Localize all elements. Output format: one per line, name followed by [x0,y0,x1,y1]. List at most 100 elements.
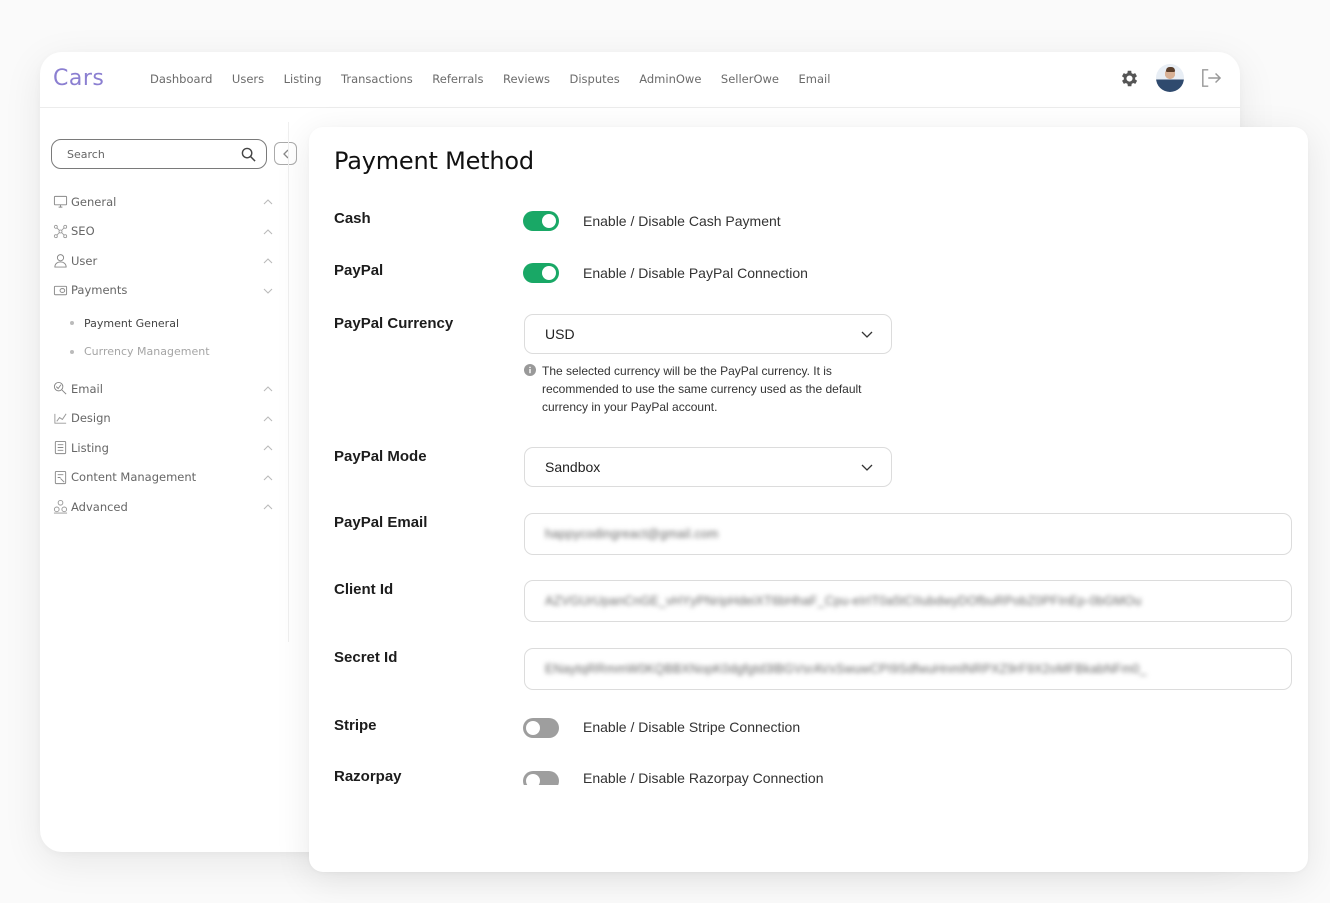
sidebar-search [51,139,267,169]
bullet-icon [70,321,74,326]
content-icon [53,470,68,485]
sidebar-item-seo[interactable]: SEO [53,217,273,247]
secret-id-value: ENaytqRRmmW0KQBBXNopK0dgfgtd3lBGVsrAVxSw… [545,662,1147,676]
page-title: Payment Method [334,147,534,175]
currency-help: The selected currency will be the PayPal… [524,362,899,416]
selected-mode: Sandbox [545,459,601,475]
chevron-down-icon[interactable] [263,288,273,294]
chevron-up-icon[interactable] [263,386,273,392]
paypal-mode-select[interactable]: Sandbox [524,447,892,487]
settings-button[interactable] [1119,68,1140,89]
info-icon [524,364,536,376]
collapse-sidebar-button[interactable] [274,142,297,165]
user-icon [53,253,68,268]
chevron-down-icon [861,331,873,338]
client-id-label: Client Id [334,581,394,598]
chevron-up-icon[interactable] [263,415,273,422]
sidebar-item-listing[interactable]: Listing [53,433,273,463]
nav-adminowe[interactable]: AdminOwe [639,72,701,86]
network-icon [53,224,68,239]
sidebar-item-label: Listing [71,440,109,455]
paypal-toggle[interactable] [523,263,559,283]
settings-sidebar: General SEO User Pay [40,109,297,852]
subitem-label: Currency Management [84,345,210,359]
sidebar-item-user[interactable]: User [53,246,273,276]
logout-icon [1202,69,1222,87]
sidebar-item-label: Advanced [71,499,128,514]
paypal-mode-label: PayPal Mode [334,448,427,465]
nav-referrals[interactable]: Referrals [432,72,483,86]
sidebar-subitem-currency-management[interactable]: Currency Management [70,338,273,367]
selected-currency: USD [545,326,575,342]
sidebar-item-advanced[interactable]: Advanced [53,492,273,522]
chevron-up-icon[interactable] [263,258,273,264]
paypal-email-value: happycodingreact@gmail.com [545,527,719,541]
chevron-up-icon[interactable] [263,445,273,451]
sidebar-item-general[interactable]: General [53,187,273,217]
paypal-label: PayPal [334,262,384,279]
client-id-input[interactable]: AZVGUrUpanCnGE_vHYyPNripHdeiXT6bHhaF_Cpu… [524,580,1292,622]
toggle-knob [526,774,540,785]
sidebar-item-label: User [71,253,98,268]
search-icon[interactable] [241,147,256,162]
sidebar-item-label: Email [71,381,103,396]
logout-button[interactable] [1200,68,1222,88]
sidebar-item-label: Content Management [71,470,197,485]
chevron-down-icon [861,464,873,471]
toggle-knob [542,214,556,228]
paypal-toggle-description: Enable / Disable PayPal Connection [583,265,808,281]
stripe-toggle-description: Enable / Disable Stripe Connection [583,719,801,735]
search-input[interactable] [67,147,241,161]
stripe-toggle[interactable] [523,718,559,738]
sidebar-item-design[interactable]: Design [53,404,273,434]
razorpay-toggle-description: Enable / Disable Razorpay Connection [583,770,824,786]
nav-transactions[interactable]: Transactions [341,72,413,86]
chevron-up-icon[interactable] [263,199,273,205]
wallet-icon [53,283,68,298]
paypal-currency-select[interactable]: USD [524,314,892,354]
email-icon [53,381,68,396]
paypal-email-input[interactable]: happycodingreact@gmail.com [524,513,1292,555]
chevron-up-icon[interactable] [263,504,273,510]
list-icon [53,440,68,455]
nav-users[interactable]: Users [232,72,264,86]
settings-menu: General SEO User Payments Payment Genera… [53,187,273,522]
currency-help-text: The selected currency will be the PayPal… [542,364,862,414]
sidebar-item-label: SEO [71,224,95,239]
client-id-value: AZVGUrUpanCnGE_vHYyPNripHdeiXT6bHhaF_Cpu… [545,594,1142,608]
chevron-up-icon[interactable] [263,474,273,481]
top-actions [1119,64,1222,92]
paypal-currency-label: PayPal Currency [334,315,454,332]
main-nav: Dashboard Users Listing Transactions Ref… [150,72,850,86]
toggle-knob [542,266,556,280]
chevron-up-icon[interactable] [263,228,273,235]
sidebar-item-email[interactable]: Email [53,374,273,404]
razorpay-toggle-wrapper [523,771,559,785]
payment-method-card: Payment Method Cash Enable / Disable Cas… [309,127,1308,872]
cash-toggle[interactable] [523,211,559,231]
top-navbar: Cars Dashboard Users Listing Transaction… [40,52,1240,108]
nav-dashboard[interactable]: Dashboard [150,72,212,86]
razorpay-toggle[interactable] [523,771,559,785]
nav-sellerowe[interactable]: SellerOwe [721,72,779,86]
sidebar-item-label: Design [71,411,111,426]
toggle-knob [526,721,540,735]
sidebar-item-payments[interactable]: Payments [53,276,273,306]
design-icon [53,411,68,426]
nav-listing[interactable]: Listing [284,72,322,86]
sidebar-item-content-management[interactable]: Content Management [53,463,273,493]
advanced-icon [53,499,68,514]
secret-id-label: Secret Id [334,649,398,666]
monitor-icon [53,194,68,209]
nav-disputes[interactable]: Disputes [570,72,620,86]
nav-reviews[interactable]: Reviews [503,72,550,86]
sidebar-divider [288,122,289,642]
gear-icon [1121,70,1138,86]
secret-id-input[interactable]: ENaytqRRmmW0KQBBXNopK0dgfgtd3lBGVsrAVxSw… [524,648,1292,690]
app-logo[interactable]: Cars [53,66,104,91]
sidebar-item-label: Payments [71,283,128,298]
payments-submenu: Payment General Currency Management [53,305,273,374]
profile-button[interactable] [1156,64,1184,92]
nav-email[interactable]: Email [799,72,831,86]
sidebar-subitem-payment-general[interactable]: Payment General [70,309,273,338]
